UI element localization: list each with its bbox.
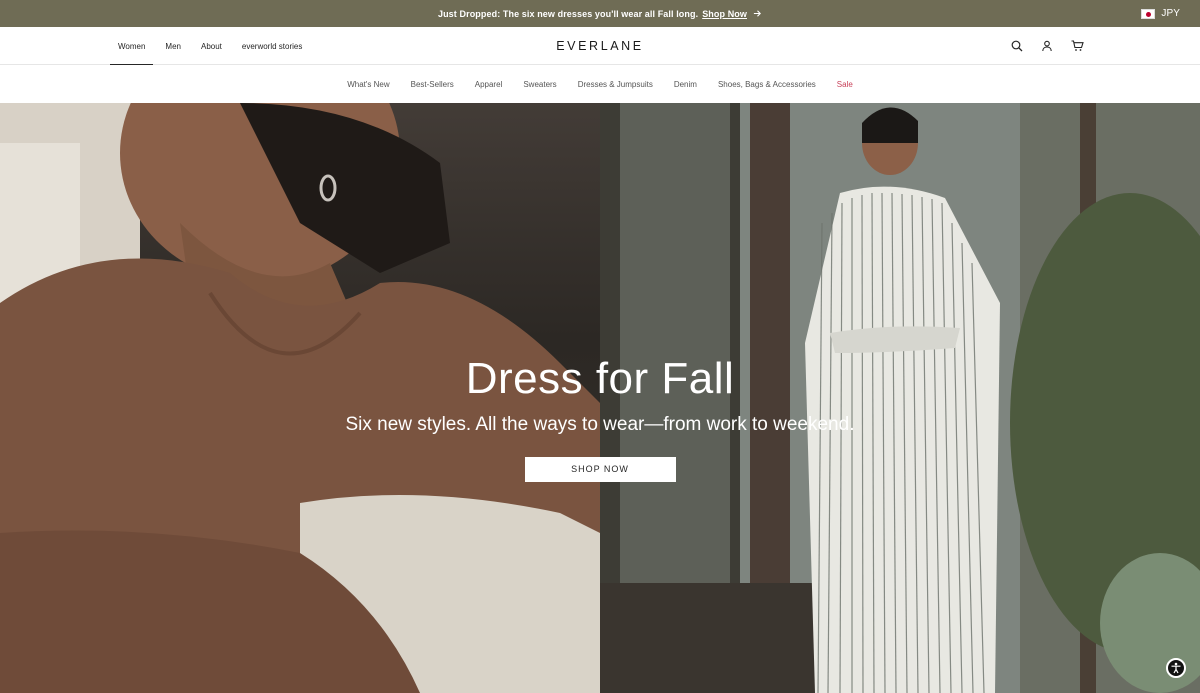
- japan-flag-icon: [1141, 8, 1156, 19]
- utility-icons: [1010, 27, 1084, 65]
- nav-women[interactable]: Women: [110, 27, 154, 65]
- cat-apparel[interactable]: Apparel: [475, 80, 503, 89]
- nav-men[interactable]: Men: [157, 27, 189, 65]
- hero-copy: Dress for Fall Six new styles. All the w…: [0, 353, 1200, 482]
- cat-whats-new[interactable]: What's New: [347, 80, 389, 89]
- currency-selector[interactable]: JPY: [1141, 0, 1180, 27]
- hero-title: Dress for Fall: [465, 354, 735, 403]
- cat-sale[interactable]: Sale: [837, 80, 853, 89]
- announcement-text: Just Dropped: The six new dresses you'll…: [437, 8, 699, 19]
- category-nav: What's New Best-Sellers Apparel Sweaters…: [0, 65, 1200, 103]
- currency-label: JPY: [1161, 8, 1180, 19]
- arrow-right-icon[interactable]: [753, 9, 762, 18]
- cat-sweaters[interactable]: Sweaters: [523, 80, 556, 89]
- cat-denim[interactable]: Denim: [674, 80, 697, 89]
- account-icon[interactable]: [1040, 39, 1054, 53]
- gender-nav: Women Men About everworld stories: [110, 27, 314, 65]
- nav-about[interactable]: About: [193, 27, 230, 65]
- brand-logo[interactable]: EVERLANE: [556, 27, 644, 65]
- shop-now-button[interactable]: SHOP NOW: [524, 457, 676, 482]
- hero-subtitle: Six new styles. All the ways to wear—fro…: [345, 414, 855, 435]
- cat-best-sellers[interactable]: Best-Sellers: [411, 80, 454, 89]
- search-icon[interactable]: [1010, 39, 1024, 53]
- accessibility-icon[interactable]: [1166, 658, 1186, 678]
- cart-icon[interactable]: [1070, 39, 1084, 53]
- nav-everworld-stories[interactable]: everworld stories: [234, 27, 310, 65]
- announcement-bar: Just Dropped: The six new dresses you'll…: [0, 0, 1200, 27]
- announcement-link[interactable]: Shop Now: [702, 9, 747, 19]
- cat-shoes-bags-accessories[interactable]: Shoes, Bags & Accessories: [718, 80, 816, 89]
- hero-banner: Dress for Fall Six new styles. All the w…: [0, 103, 1200, 693]
- primary-nav: Women Men About everworld stories EVERLA…: [0, 27, 1200, 65]
- cat-dresses-jumpsuits[interactable]: Dresses & Jumpsuits: [578, 80, 653, 89]
